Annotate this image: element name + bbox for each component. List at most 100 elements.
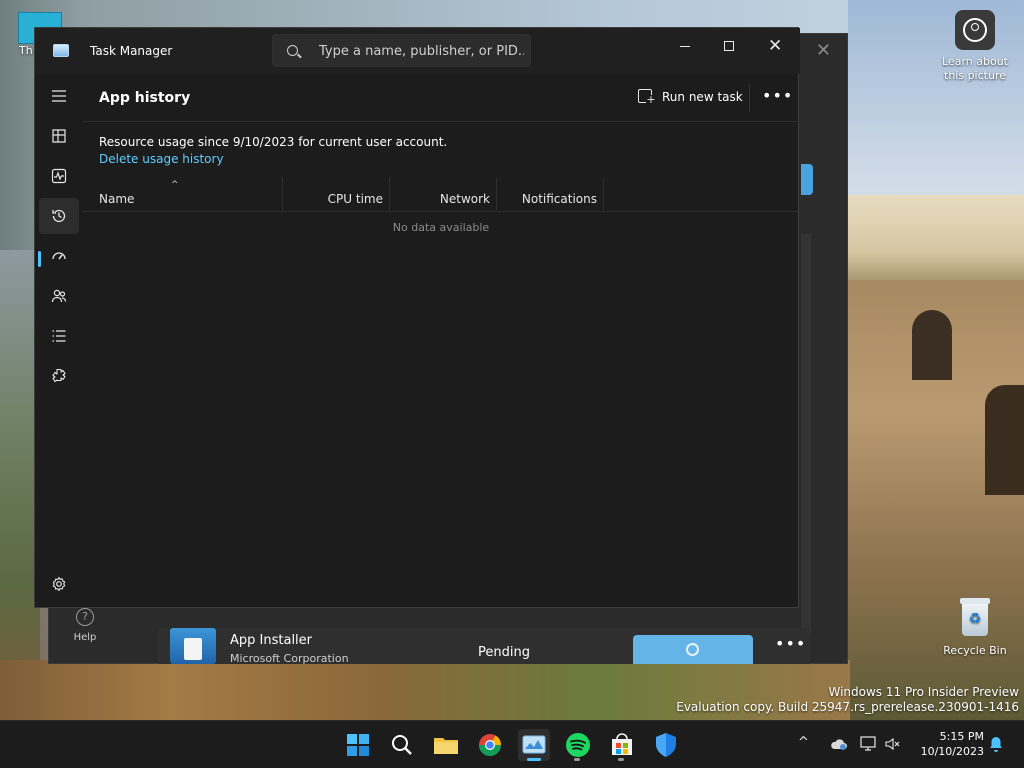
search-input[interactable] bbox=[319, 43, 524, 59]
performance-icon bbox=[51, 168, 67, 184]
settings-icon bbox=[52, 576, 66, 592]
nav-settings[interactable] bbox=[39, 566, 79, 602]
network-tray-icon[interactable] bbox=[860, 736, 878, 756]
more-options-button[interactable]: ••• bbox=[762, 86, 793, 105]
users-icon bbox=[51, 289, 67, 303]
shield-icon bbox=[656, 733, 676, 757]
header-divider bbox=[749, 84, 750, 112]
app-installer-publisher: Microsoft Corporation bbox=[230, 652, 349, 665]
nav-performance[interactable] bbox=[39, 158, 79, 194]
volume-muted-icon bbox=[885, 737, 900, 751]
startup-apps-icon bbox=[52, 252, 66, 260]
nav-details[interactable] bbox=[39, 318, 79, 354]
close-button[interactable]: ✕ bbox=[753, 32, 797, 62]
plus-icon: + bbox=[646, 93, 656, 106]
app-installer-more-button[interactable]: ••• bbox=[775, 634, 806, 653]
table-header: ^ Name CPU time Network Notifications bbox=[83, 176, 799, 212]
empty-state-text: No data available bbox=[392, 221, 490, 234]
camera-icon bbox=[955, 10, 995, 50]
nav-processes[interactable] bbox=[39, 118, 79, 154]
column-cpu-time[interactable]: CPU time bbox=[283, 176, 389, 212]
wallpaper-bridge-arch bbox=[985, 385, 1024, 495]
app-installer-row[interactable]: App Installer Microsoft Corporation Pend… bbox=[158, 628, 810, 665]
watermark-line1: Windows 11 Pro Insider Preview bbox=[828, 685, 1019, 699]
cloud-icon bbox=[831, 739, 847, 750]
resource-usage-text: Resource usage since 9/10/2023 for curre… bbox=[99, 135, 448, 149]
column-notifications[interactable]: Notifications bbox=[497, 176, 603, 212]
nav-hamburger[interactable] bbox=[39, 78, 79, 114]
recycle-bin-icon[interactable]: ♻ Recycle Bin bbox=[938, 598, 1012, 658]
folder-icon bbox=[434, 738, 458, 754]
spotify-button[interactable] bbox=[562, 729, 594, 761]
search-taskbar-button[interactable] bbox=[386, 729, 418, 761]
task-manager-window[interactable]: Task Manager ✕ bbox=[34, 27, 800, 608]
nav-app-history[interactable] bbox=[39, 198, 79, 234]
task-manager-app-icon bbox=[53, 44, 69, 57]
maximize-button[interactable] bbox=[707, 32, 751, 62]
help-icon: ? bbox=[76, 608, 94, 626]
learn-about-picture-icon[interactable]: Learn about this picture bbox=[938, 10, 1012, 83]
windows-security-button[interactable] bbox=[650, 729, 682, 761]
bell-icon bbox=[990, 737, 1002, 752]
nav-startup-apps[interactable] bbox=[39, 238, 79, 274]
processes-icon bbox=[52, 129, 66, 143]
chrome-button[interactable] bbox=[474, 729, 506, 761]
learn-label-line1: Learn about bbox=[942, 55, 1008, 68]
spotify-icon bbox=[566, 733, 590, 757]
page-title: App history bbox=[99, 90, 191, 106]
column-separator[interactable] bbox=[603, 178, 604, 210]
close-icon: ✕ bbox=[768, 36, 783, 56]
background-panel-edge bbox=[801, 234, 811, 634]
column-name-label: Name bbox=[99, 192, 135, 206]
nav-users[interactable] bbox=[39, 278, 79, 314]
run-new-task-label: Run new task bbox=[662, 90, 743, 104]
wallpaper-town bbox=[848, 195, 1024, 290]
network-icon bbox=[860, 736, 876, 751]
task-manager-taskbar-button[interactable] bbox=[518, 729, 550, 761]
column-cpu-time-label: CPU time bbox=[327, 192, 383, 206]
chrome-icon bbox=[479, 734, 501, 756]
page-header: App history + Run new task ••• bbox=[83, 74, 799, 122]
app-installer-status: Pending bbox=[478, 645, 530, 660]
app-installer-name: App Installer bbox=[230, 633, 313, 648]
nav-services[interactable] bbox=[39, 358, 79, 394]
store-icon bbox=[612, 733, 632, 755]
help-label: Help bbox=[73, 632, 97, 643]
services-icon bbox=[52, 368, 66, 383]
clock-time: 5:15 PM bbox=[939, 730, 984, 743]
search-box[interactable] bbox=[272, 34, 531, 67]
app-history-page: App history + Run new task ••• Resource … bbox=[83, 74, 799, 608]
clock[interactable]: 5:15 PM 10/10/2023 bbox=[912, 729, 984, 759]
details-icon bbox=[52, 330, 66, 342]
background-blue-button[interactable] bbox=[801, 164, 813, 195]
notifications-button[interactable] bbox=[988, 735, 1004, 757]
column-network[interactable]: Network bbox=[390, 176, 496, 212]
column-network-label: Network bbox=[439, 192, 490, 206]
help-button[interactable]: ? Help bbox=[49, 606, 121, 656]
app-installer-icon bbox=[170, 628, 216, 664]
show-hidden-icons-button[interactable]: ^ bbox=[798, 735, 809, 750]
wallpaper-bridge-arch bbox=[912, 310, 952, 380]
stop-icon bbox=[686, 643, 699, 656]
column-name[interactable]: ^ Name bbox=[83, 176, 282, 212]
task-manager-icon bbox=[522, 735, 546, 754]
file-explorer-button[interactable] bbox=[430, 729, 462, 761]
delete-usage-history-link[interactable]: Delete usage history bbox=[99, 152, 224, 166]
task-manager-titlebar[interactable]: Task Manager ✕ bbox=[35, 28, 800, 74]
running-indicator bbox=[527, 758, 541, 761]
taskbar: ^ 5:15 PM 10/10/2023 bbox=[0, 720, 1024, 768]
volume-tray-icon[interactable] bbox=[884, 736, 902, 756]
minimize-button[interactable] bbox=[663, 32, 707, 62]
sort-ascending-icon: ^ bbox=[171, 180, 179, 190]
minimize-icon bbox=[680, 46, 690, 47]
app-installer-stop-button[interactable] bbox=[633, 635, 753, 664]
navigation-sidebar bbox=[35, 74, 83, 608]
running-indicator bbox=[574, 758, 580, 761]
microsoft-store-button[interactable] bbox=[606, 729, 638, 761]
column-notifications-label: Notifications bbox=[521, 192, 597, 206]
weather-tray-icon[interactable] bbox=[830, 737, 848, 755]
background-window-close-button[interactable]: ✕ bbox=[816, 40, 831, 61]
recycle-bin-label: Recycle Bin bbox=[943, 644, 1007, 657]
running-indicator bbox=[618, 758, 624, 761]
start-button[interactable] bbox=[342, 729, 374, 761]
